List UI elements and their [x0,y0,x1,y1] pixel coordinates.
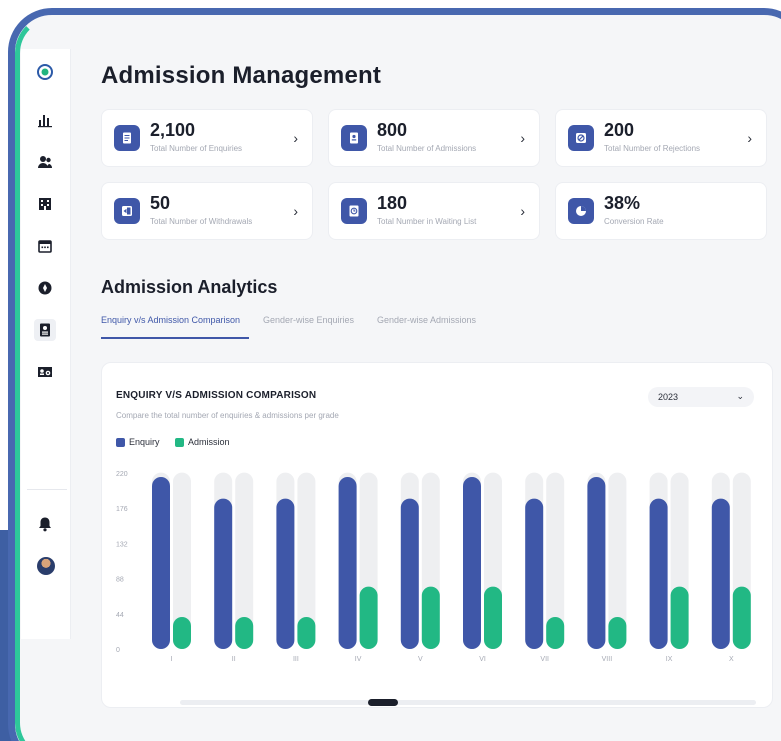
bar-enquiry [587,477,606,649]
bar-enquiry [463,477,481,649]
y-tick-label: 44 [116,612,124,619]
stat-card-rejections[interactable]: 200 Total Number of Rejections › [555,109,767,167]
bar-admission [173,617,191,649]
year-value: 2023 [658,392,679,402]
stat-label: Total Number of Enquiries [150,144,243,153]
stat-value: 2,100 [150,120,196,140]
chevron-right-icon[interactable]: › [747,130,752,146]
bar-admission [546,617,565,649]
chevron-right-icon[interactable]: › [293,203,298,219]
stat-card-enquiries[interactable]: 2,100 Total Number of Enquiries › [101,109,313,167]
chart-title: ENQUIRY V/S ADMISSION COMPARISON [116,390,317,401]
id-badge-icon[interactable] [36,363,54,381]
bar-enquiry [525,498,544,649]
id-card-icon [341,125,367,151]
legend-swatch-admission [175,437,184,447]
exit-icon [114,198,140,224]
bar-enquiry [276,498,295,649]
stat-label: Conversion Rate [604,217,664,226]
x-tick-label: VI [479,656,486,663]
y-tick-label: 0 [116,647,120,654]
y-tick-label: 88 [116,577,124,584]
stat-label: Total Number of Rejections [604,144,701,153]
bar-admission [421,586,440,649]
bar-admission [608,617,627,649]
document-icon [114,125,140,151]
bar-enquiry [400,498,419,649]
bar-chart: 04488132176220I II III IV V VI VII VIII IX X [116,471,751,663]
x-tick-label: V [418,656,423,663]
clock-doc-icon [341,198,367,224]
chart-subtitle: Compare the total number of enquiries & … [116,411,339,420]
bar-enquiry [214,498,233,649]
stat-value: 800 [377,120,408,140]
chevron-down-icon: ⌄ [736,391,744,401]
bar-admission [732,586,751,649]
bar-admission [359,586,378,649]
y-tick-label: 176 [116,506,128,513]
stat-value: 180 [377,193,408,213]
chevron-right-icon[interactable]: › [293,130,298,146]
x-tick-label: X [729,656,734,663]
users-icon[interactable] [36,153,54,171]
horizontal-scrollbar[interactable] [180,699,756,706]
x-tick-label: III [293,656,299,663]
x-tick-label: VII [540,656,549,663]
id-card-icon[interactable] [34,319,56,341]
logo-icon[interactable] [36,63,54,81]
stat-card-withdrawals[interactable]: 50 Total Number of Withdrawals › [101,182,313,240]
stat-label: Total Number in Waiting List [377,217,477,226]
tab-gender-admissions[interactable]: Gender-wise Admissions [377,315,476,325]
sidebar-divider [27,489,67,490]
bar-admission [235,617,254,649]
stat-value: 50 [150,193,171,213]
bar-enquiry [152,477,170,649]
stat-value: 200 [604,120,635,140]
x-tick-label: II [232,656,236,663]
scroll-thumb[interactable] [368,699,398,706]
legend-label: Enquiry [129,437,160,447]
x-tick-label: I [171,656,173,663]
chart-icon[interactable] [36,111,54,129]
avatar[interactable] [37,557,55,575]
y-tick-label: 132 [116,541,128,548]
x-tick-label: IV [355,656,362,663]
chevron-right-icon[interactable]: › [520,130,525,146]
stat-label: Total Number of Admissions [377,144,477,153]
page-title: Admission Management [101,62,382,89]
y-tick-label: 220 [116,471,128,478]
calendar-icon[interactable] [36,237,54,255]
stat-label: Total Number of Withdrawals [150,217,253,226]
tab-enquiry-admission[interactable]: Enquiry v/s Admission Comparison [101,315,240,325]
stat-card-waiting-list[interactable]: 180 Total Number in Waiting List › [328,182,540,240]
active-tab-indicator [101,337,249,339]
legend-label: Admission [188,437,230,447]
bar-admission [484,586,502,649]
bar-admission [670,586,689,649]
section-title: Admission Analytics [101,277,278,297]
bar-enquiry [338,477,357,649]
bar-enquiry [649,498,668,649]
chevron-right-icon[interactable]: › [520,203,525,219]
legend-admission: Admission [175,437,230,447]
bar-admission [297,617,316,649]
year-select[interactable]: 2023 ⌄ [648,387,754,407]
pie-icon [568,198,594,224]
legend-enquiry: Enquiry [116,437,160,447]
app-frame: Admission Management 2,100 Total Number … [8,8,781,741]
compass-icon[interactable] [36,279,54,297]
x-tick-label: VIII [602,656,613,663]
legend-swatch-enquiry [116,437,125,447]
stat-card-admissions[interactable]: 800 Total Number of Admissions › [328,109,540,167]
stat-card-conversion[interactable]: 38% Conversion Rate [555,182,767,240]
chart-card: ENQUIRY V/S ADMISSION COMPARISON Compare… [101,362,773,708]
x-tick-label: IX [666,656,673,663]
bell-icon[interactable] [36,515,54,533]
stat-value: 38% [604,193,641,213]
bar-enquiry [711,498,730,649]
sidebar [21,49,71,639]
building-icon[interactable] [36,195,54,213]
block-icon [568,125,594,151]
tab-gender-enquiries[interactable]: Gender-wise Enquiries [263,315,354,325]
